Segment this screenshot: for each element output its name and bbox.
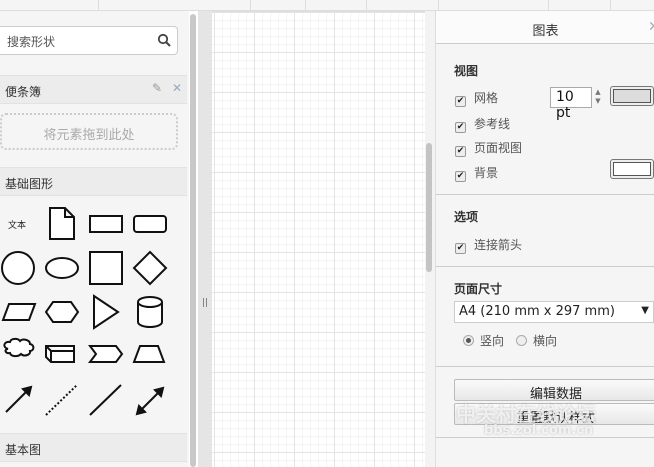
scratchpad-header[interactable]: 便条簿 ✎ ✕ [0, 75, 187, 104]
shape-circle[interactable] [1, 251, 35, 285]
edit-data-button[interactable]: 编辑数据 [454, 379, 654, 402]
page-size-heading: 页面尺寸 [454, 282, 503, 296]
shape-note[interactable] [49, 207, 75, 240]
section-basic[interactable]: 基本图 [0, 433, 187, 462]
guides-label: 参考线 [474, 117, 511, 131]
shape-step[interactable] [88, 345, 124, 363]
grid-checkbox[interactable]: ✔ 网格 [455, 89, 498, 107]
shape-dotted-line[interactable] [45, 384, 78, 416]
divider [436, 194, 654, 195]
shape-diamond[interactable] [132, 250, 168, 286]
close-icon[interactable]: ✕ [172, 81, 182, 95]
scratchpad-drop-zone[interactable]: 将元素拖到此处 [0, 113, 178, 150]
grid-size-spinner[interactable]: ▲ ▼ [593, 88, 603, 107]
shape-hexagon[interactable] [44, 301, 80, 323]
check-icon: ✔ [455, 243, 466, 254]
grid-label: 网格 [474, 91, 499, 105]
search-icon[interactable] [157, 33, 171, 47]
landscape-label: 横向 [533, 334, 558, 348]
search-placeholder: 搜索形状 [7, 35, 56, 49]
page-size-value: A4 (210 mm x 297 mm) [459, 304, 615, 319]
scratchpad-title: 便条簿 [5, 85, 42, 99]
canvas-scrollbar[interactable] [426, 143, 432, 272]
format-panel: 图表 ✕ 视图 ✔ 网格 10 pt ▲ ▼ ✔ 参考线 ✔ 页面视图 ✔ 背景 选项 ✔… [435, 11, 654, 467]
grid-color-swatch[interactable] [610, 86, 654, 106]
connection-arrows-checkbox[interactable]: ✔ 连接箭头 [455, 236, 522, 254]
options-heading: 选项 [454, 210, 479, 224]
sidebar-scrollbar[interactable] [190, 14, 196, 467]
sidebar-splitter[interactable]: || [198, 11, 212, 467]
page-view-label: 页面视图 [474, 141, 523, 155]
portrait-radio[interactable]: 竖向 [463, 332, 504, 349]
landscape-radio[interactable]: 横向 [516, 332, 557, 349]
divider [436, 437, 654, 438]
check-icon: ✔ [455, 146, 466, 157]
shape-ellipse[interactable] [45, 257, 79, 279]
shape-cube[interactable] [45, 345, 75, 363]
page-size-select[interactable]: A4 (210 mm x 297 mm) ▼ [454, 301, 654, 323]
panel-title: 图表 [436, 11, 654, 44]
section-basic-shapes[interactable]: 基础图形 [0, 167, 187, 196]
grid-size-input[interactable]: 10 pt [550, 87, 592, 121]
check-icon: ✔ [455, 122, 466, 133]
guides-checkbox[interactable]: ✔ 参考线 [455, 115, 510, 133]
shape-trapezoid[interactable] [132, 345, 166, 363]
check-icon: ✔ [455, 96, 466, 107]
pencil-icon[interactable]: ✎ [152, 81, 162, 95]
shape-cloud[interactable] [3, 337, 35, 358]
dropdown-arrow-icon: ▼ [641, 305, 649, 316]
background-color-swatch[interactable] [610, 159, 654, 179]
toolbar-strip [0, 0, 654, 11]
diagram-canvas[interactable] [212, 11, 425, 467]
background-checkbox[interactable]: ✔ 背景 [455, 164, 498, 182]
view-heading: 视图 [454, 64, 479, 78]
shape-parallelogram[interactable] [1, 303, 37, 321]
divider [436, 366, 654, 367]
search-shapes-input[interactable]: 搜索形状 [0, 26, 178, 55]
close-panel-icon[interactable]: ✕ [648, 19, 654, 35]
check-icon: ✔ [455, 171, 466, 182]
background-label: 背景 [474, 166, 499, 180]
shape-palette: 文本 [1, 207, 168, 416]
reset-style-button[interactable]: 重置默认样式 [454, 403, 654, 426]
shape-triangle[interactable] [93, 294, 120, 330]
shape-square[interactable] [89, 251, 123, 285]
portrait-label: 竖向 [480, 334, 505, 348]
shape-rectangle[interactable] [89, 215, 123, 233]
shape-text[interactable]: 文本 [8, 219, 26, 231]
shape-line[interactable] [89, 384, 122, 416]
divider [436, 266, 654, 267]
page-view-checkbox[interactable]: ✔ 页面视图 [455, 139, 522, 157]
connection-arrows-label: 连接箭头 [474, 238, 523, 252]
shape-rounded-rectangle[interactable] [133, 215, 167, 233]
shapes-sidebar: 搜索形状 便条簿 ✎ ✕ 将元素拖到此处 基础图形 文本 基本图 [0, 11, 189, 467]
shape-cylinder[interactable] [136, 296, 163, 328]
shape-bidirectional-arrow[interactable] [135, 386, 165, 416]
shape-arrow[interactable] [5, 385, 33, 413]
splitter-handle-icon[interactable]: || [202, 298, 208, 308]
